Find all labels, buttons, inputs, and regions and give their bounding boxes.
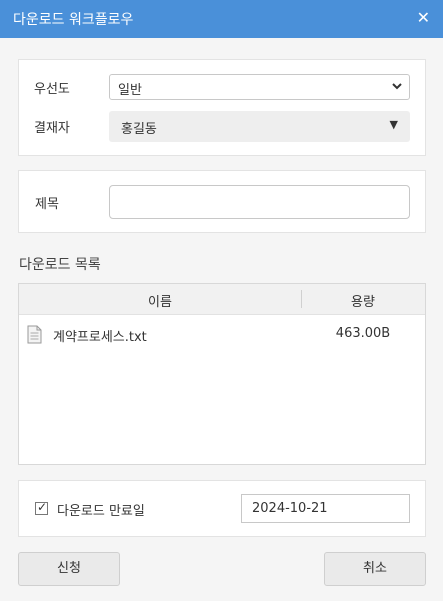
- column-header-size[interactable]: 용량: [301, 291, 425, 310]
- dialog-titlebar: 다운로드 워크플로우 ✕: [0, 0, 443, 38]
- chevron-down-icon: [391, 80, 403, 96]
- subject-label: 제목: [35, 197, 59, 212]
- triangle-down-icon: ▼: [389, 118, 398, 131]
- priority-label: 우선도: [34, 82, 70, 97]
- approver-value: 홍길동: [121, 122, 157, 137]
- table-header: 이름 용량: [19, 284, 425, 315]
- table-row[interactable]: 계약프로세스.txt 463.00B: [19, 322, 425, 346]
- file-name: 계약프로세스.txt: [53, 330, 147, 345]
- dialog-title: 다운로드 워크플로우: [13, 12, 134, 28]
- subject-input[interactable]: [109, 185, 410, 219]
- expiry-date-input[interactable]: 2024-10-21: [241, 494, 410, 523]
- close-icon[interactable]: ✕: [417, 8, 430, 27]
- download-list-title: 다운로드 목록: [19, 257, 101, 273]
- priority-select[interactable]: 일반: [109, 74, 410, 100]
- approver-dropdown[interactable]: 홍길동 ▼: [109, 111, 410, 142]
- approver-label: 결재자: [34, 121, 70, 136]
- expiry-label: 다운로드 만료일: [57, 504, 145, 519]
- priority-value: 일반: [118, 83, 142, 98]
- file-size: 463.00B: [335, 326, 391, 341]
- checkmark-icon: ✓: [37, 500, 48, 514]
- expiry-checkbox[interactable]: ✓: [35, 500, 48, 515]
- apply-button[interactable]: 신청: [18, 552, 120, 586]
- download-table: 이름 용량 계약프로세스.txt 463.00B: [18, 283, 426, 465]
- cancel-button[interactable]: 취소: [324, 552, 426, 586]
- column-header-name[interactable]: 이름: [19, 291, 301, 310]
- file-icon: [27, 325, 42, 348]
